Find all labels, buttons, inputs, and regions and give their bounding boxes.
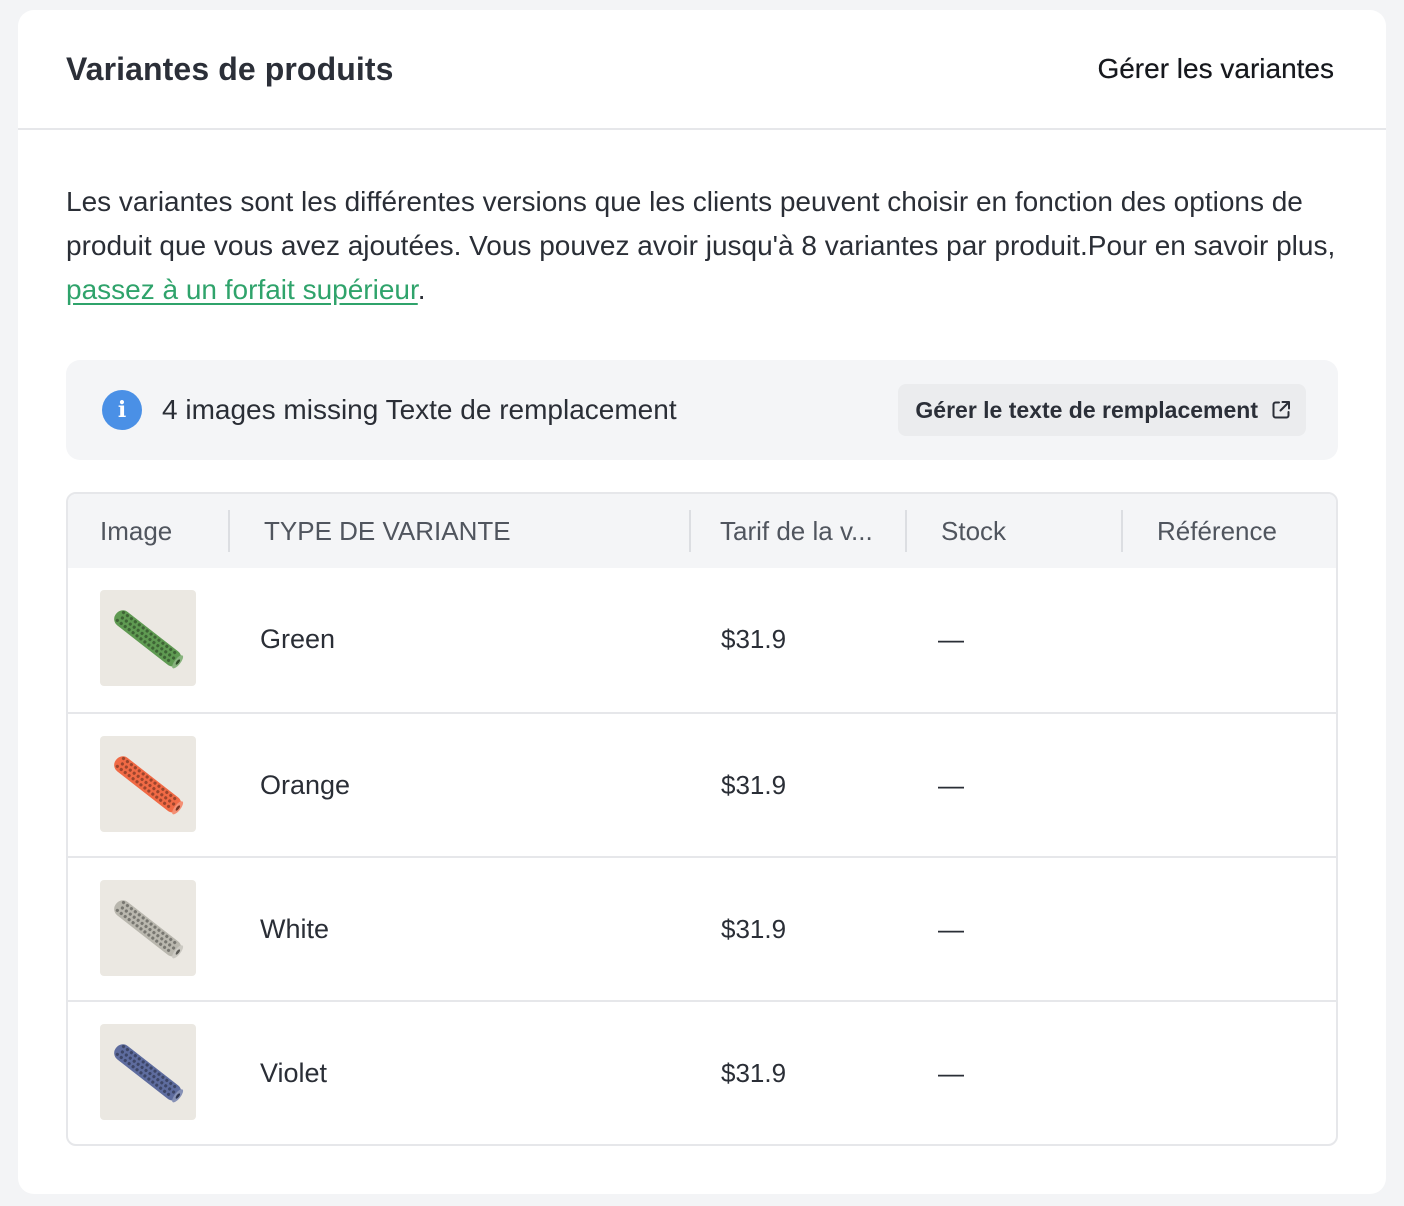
variant-thumbnail[interactable] [100, 736, 196, 832]
table-row[interactable]: White $31.9 — [68, 856, 1336, 1000]
variant-stock: — [938, 623, 964, 654]
variant-thumbnail[interactable] [100, 590, 196, 686]
foam-roller-image [114, 1044, 184, 1103]
variant-stock: — [938, 769, 964, 800]
variant-thumbnail[interactable] [100, 880, 196, 976]
product-variants-card: Variantes de produits Gérer les variante… [18, 10, 1386, 1194]
column-header-variant-type[interactable]: TYPE DE VARIANTE [264, 494, 511, 568]
variants-description: Les variantes sont les différentes versi… [66, 180, 1346, 312]
variant-stock: — [938, 1057, 964, 1088]
alert-message: 4 images missing Texte de remplacement [162, 394, 677, 425]
column-resize-handle[interactable] [228, 510, 230, 552]
table-body: Green $31.9 — Orange $31.9 — White $31.9… [68, 568, 1336, 1144]
foam-roller-image [114, 610, 184, 669]
manage-alt-text-label: Gérer le texte de remplacement [915, 396, 1258, 423]
column-header-price[interactable]: Tarif de la v... [720, 494, 873, 568]
column-header-image[interactable]: Image [100, 494, 172, 568]
variant-thumbnail[interactable] [100, 1024, 196, 1120]
variant-stock: — [938, 913, 964, 944]
column-resize-handle[interactable] [905, 510, 907, 552]
column-resize-handle[interactable] [1121, 510, 1123, 552]
variant-name: Green [260, 623, 336, 654]
table-row[interactable]: Orange $31.9 — [68, 712, 1336, 856]
table-row[interactable]: Green $31.9 — [68, 568, 1336, 712]
table-header: Image TYPE DE VARIANTE Tarif de la v... … [68, 494, 1336, 568]
variant-price: $31.9 [721, 769, 787, 800]
card-header: Variantes de produits Gérer les variante… [18, 10, 1386, 130]
description-text: Les variantes sont les différentes versi… [66, 186, 1336, 261]
foam-roller-image [114, 756, 184, 815]
column-resize-handle[interactable] [689, 510, 691, 552]
description-suffix: . [417, 274, 426, 305]
card-title: Variantes de produits [66, 50, 394, 87]
variant-name: Violet [260, 1057, 328, 1088]
column-header-stock[interactable]: Stock [941, 494, 1006, 568]
variant-name: White [260, 913, 330, 944]
manage-alt-text-button[interactable]: Gérer le texte de remplacement [898, 384, 1306, 436]
variant-price: $31.9 [721, 913, 787, 944]
variant-price: $31.9 [721, 1057, 787, 1088]
variants-table: Image TYPE DE VARIANTE Tarif de la v... … [66, 492, 1338, 1146]
upgrade-plan-link[interactable]: passez à un forfait supérieur [66, 274, 418, 305]
info-icon: i [102, 390, 142, 430]
table-row[interactable]: Violet $31.9 — [68, 1000, 1336, 1144]
foam-roller-image [114, 900, 184, 959]
column-header-reference[interactable]: Référence [1157, 494, 1277, 568]
manage-variants-link[interactable]: Gérer les variantes [1097, 53, 1334, 85]
external-link-icon [1272, 401, 1290, 419]
variant-price: $31.9 [721, 623, 787, 654]
missing-alt-text-alert: i 4 images missing Texte de remplacement… [66, 360, 1338, 460]
variant-name: Orange [260, 769, 351, 800]
